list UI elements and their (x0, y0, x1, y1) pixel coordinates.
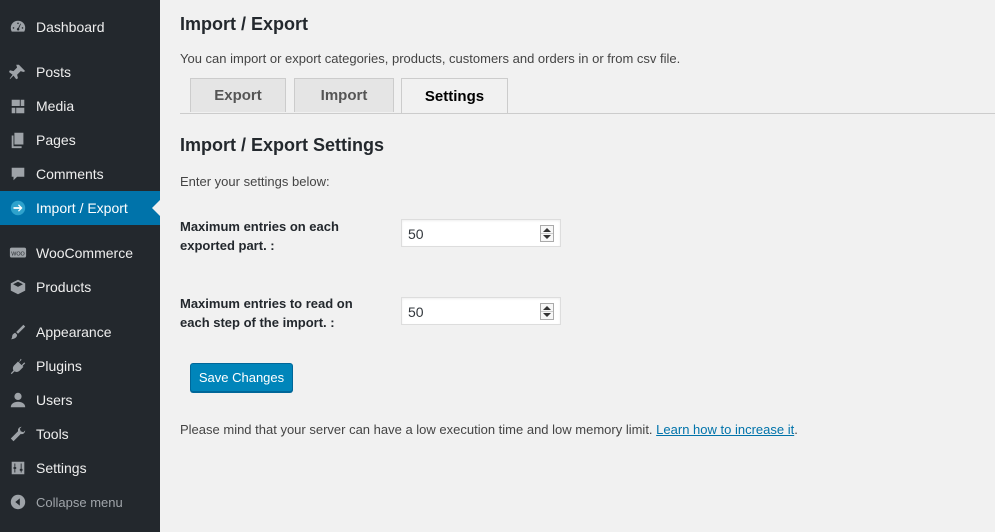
section-title: Import / Export Settings (180, 135, 385, 155)
sidebar-item-label: Products (36, 279, 92, 295)
svg-text:WOO: WOO (11, 251, 24, 257)
sliders-icon (8, 458, 28, 478)
pages-icon (8, 130, 28, 150)
box-icon (8, 277, 28, 297)
intro-text: You can import or export categories, pro… (180, 51, 681, 66)
page-title: Import / Export (180, 14, 309, 34)
sidebar-item-label: Posts (36, 64, 72, 80)
sidebar-item-label: Settings (36, 460, 87, 476)
media-icon (8, 96, 28, 116)
wrench-icon (8, 424, 28, 444)
woocommerce-icon: WOO (8, 243, 28, 263)
max-import-entries-label: Maximum entries to read on each step of … (180, 296, 353, 330)
spinner-divider (541, 233, 553, 234)
tab-export[interactable]: Export (190, 78, 286, 112)
tabs-divider (180, 113, 995, 114)
sidebar-item-label: Pages (36, 132, 76, 148)
number-spinner[interactable] (540, 225, 554, 242)
sidebar-item-label: WooCommerce (36, 245, 133, 261)
spin-down-icon[interactable] (543, 235, 551, 239)
sidebar-item-posts[interactable]: Posts (0, 55, 160, 89)
spin-up-icon[interactable] (543, 228, 551, 232)
collapse-menu-label: Collapse menu (36, 494, 123, 510)
sidebar-item-media[interactable]: Media (0, 89, 160, 123)
admin-sidebar: Dashboard Posts Media Pages Comments Imp… (0, 0, 160, 532)
sidebar-item-tools[interactable]: Tools (0, 417, 160, 451)
collapse-icon (8, 492, 28, 512)
sidebar-item-settings[interactable]: Settings (0, 451, 160, 485)
tab-settings[interactable]: Settings (401, 78, 508, 114)
settings-subtext: Enter your settings below: (180, 174, 330, 189)
notice-end: . (794, 422, 798, 437)
pin-icon (8, 62, 28, 82)
collapse-menu-button[interactable]: Collapse menu (0, 485, 160, 519)
spin-down-icon[interactable] (543, 313, 551, 317)
max-export-entries-value: 50 (408, 226, 424, 242)
max-export-entries-label: Maximum entries on each exported part. : (180, 219, 339, 253)
sidebar-item-label: Dashboard (36, 19, 105, 35)
save-changes-button[interactable]: Save Changes (190, 363, 293, 392)
tab-import[interactable]: Import (294, 78, 394, 112)
learn-more-link[interactable]: Learn how to increase it (656, 422, 794, 437)
dashboard-icon (8, 17, 28, 37)
sidebar-item-users[interactable]: Users (0, 383, 160, 417)
max-import-entries-value: 50 (408, 304, 424, 320)
spin-up-icon[interactable] (543, 306, 551, 310)
sidebar-item-label: Comments (36, 166, 104, 182)
sidebar-item-label: Appearance (36, 324, 112, 340)
sidebar-item-label: Import / Export (36, 200, 128, 216)
sidebar-item-label: Media (36, 98, 75, 114)
number-spinner[interactable] (540, 303, 554, 320)
brush-icon (8, 322, 28, 342)
sidebar-item-label: Users (36, 392, 73, 408)
max-import-entries-input[interactable]: 50 (401, 297, 561, 325)
main-content: Import / Export You can import or export… (160, 0, 995, 532)
notice-text: Please mind that your server can have a … (180, 422, 653, 437)
plug-icon (8, 356, 28, 376)
sidebar-item-appearance[interactable]: Appearance (0, 315, 160, 349)
import-export-icon (8, 198, 28, 218)
sidebar-item-pages[interactable]: Pages (0, 123, 160, 157)
sidebar-item-label: Tools (36, 426, 69, 442)
sidebar-item-import-export[interactable]: Import / Export (0, 191, 160, 225)
sidebar-item-dashboard[interactable]: Dashboard (0, 10, 160, 44)
sidebar-item-plugins[interactable]: Plugins (0, 349, 160, 383)
user-icon (8, 390, 28, 410)
sidebar-item-products[interactable]: Products (0, 270, 160, 304)
comment-icon (8, 164, 28, 184)
spinner-divider (541, 311, 553, 312)
sidebar-item-woocommerce[interactable]: WOO WooCommerce (0, 236, 160, 270)
sidebar-item-label: Plugins (36, 358, 82, 374)
max-export-entries-input[interactable]: 50 (401, 219, 561, 247)
sidebar-item-comments[interactable]: Comments (0, 157, 160, 191)
server-notice: Please mind that your server can have a … (180, 422, 798, 437)
